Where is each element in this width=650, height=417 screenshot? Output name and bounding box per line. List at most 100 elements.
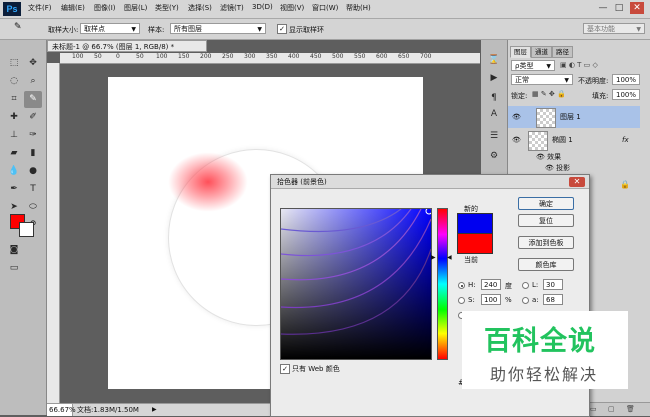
new-group-icon[interactable]: ▭	[590, 403, 597, 416]
sample-select[interactable]: 所有图层 ▼	[170, 23, 266, 34]
web-only-checkbox[interactable]: ✓	[280, 364, 290, 374]
menu-3d[interactable]: 3D(D)	[252, 3, 273, 11]
lock-icon: 🔒	[620, 180, 630, 189]
move-tool-icon[interactable]: ✥	[24, 55, 42, 72]
saturation-radio[interactable]	[458, 297, 465, 304]
fill-input[interactable]: 100%	[612, 89, 640, 100]
fx-icon[interactable]: fx	[622, 129, 629, 151]
menu-select[interactable]: 选择(S)	[188, 3, 212, 13]
actions-panel-icon[interactable]: ▶	[485, 70, 503, 87]
blend-mode-select[interactable]: 正常 ▼	[511, 74, 573, 85]
workspace-value: 基本功能	[587, 25, 615, 33]
ruler-label: 600	[376, 53, 388, 60]
watermark: 百科全说 助你轻松解决	[462, 311, 628, 389]
pen-tool-icon[interactable]: ✒	[5, 181, 23, 198]
eye-icon[interactable]: 👁	[512, 129, 521, 151]
quick-select-tool-icon[interactable]: ⌕	[24, 73, 42, 90]
history-panel-icon[interactable]: ⌛	[485, 52, 503, 69]
minimize-icon[interactable]: —	[596, 2, 610, 14]
color-field[interactable]	[280, 208, 432, 360]
filter-icons[interactable]: ▣ ◐ T ▭ ◇	[560, 61, 598, 69]
menu-file[interactable]: 文件(F)	[28, 3, 52, 13]
character-panel-icon[interactable]: A	[485, 106, 503, 123]
opacity-input[interactable]: 100%	[612, 74, 640, 85]
tab-layers[interactable]: 图层	[510, 46, 531, 58]
ruler-label: 100	[156, 53, 168, 60]
ok-button[interactable]: 确定	[518, 197, 574, 210]
delete-layer-icon[interactable]: 🗑	[626, 403, 635, 416]
eye-icon[interactable]: 👁	[512, 106, 521, 128]
ruler-label: 350	[266, 53, 278, 60]
adjustments-panel-icon[interactable]: ⚙	[485, 148, 503, 165]
hue-slider[interactable]	[437, 208, 448, 360]
history-brush-tool-icon[interactable]: ✑	[24, 127, 42, 144]
document-tab[interactable]: 未标题-1 @ 66.7% (图层 1, RGB/8) *	[47, 40, 207, 52]
gradient-tool-icon[interactable]: ▮	[24, 145, 42, 162]
quick-mask-icon[interactable]: ◙	[5, 242, 23, 259]
layer-filter-value: ρ类型	[515, 62, 534, 70]
menu-type[interactable]: 类型(Y)	[155, 3, 179, 13]
eyedropper-tool-icon[interactable]: ✎	[24, 91, 42, 108]
marquee-tool-icon[interactable]: ⬚	[5, 55, 23, 72]
lightness-input[interactable]: 30	[543, 279, 563, 290]
brush-tool-icon[interactable]: ✐	[24, 109, 42, 126]
saturation-input[interactable]: 100	[481, 294, 501, 305]
document-info: 文档:1.83M/1.50M	[77, 406, 139, 414]
background-color-swatch[interactable]	[19, 222, 34, 237]
dodge-tool-icon[interactable]: ●	[24, 163, 42, 180]
current-color-swatch[interactable]	[457, 233, 493, 254]
lock-icons[interactable]: ▦ ✎ ✥ 🔒	[532, 90, 566, 98]
ruler-label: 100	[72, 53, 84, 60]
reset-button[interactable]: 复位	[518, 214, 574, 227]
menu-help[interactable]: 帮助(H)	[346, 3, 371, 13]
menu-view[interactable]: 视图(V)	[280, 3, 304, 13]
menu-image[interactable]: 图像(I)	[94, 3, 116, 13]
menu-edit[interactable]: 编辑(E)	[61, 3, 85, 13]
show-ring-checkbox[interactable]: ✓	[277, 24, 287, 34]
add-to-swatches-button[interactable]: 添加到色板	[518, 236, 574, 249]
watermark-title: 百科全说	[484, 326, 596, 357]
sample-size-select[interactable]: 取样点 ▼	[80, 23, 140, 34]
menu-filter[interactable]: 滤镜(T)	[220, 3, 244, 13]
eye-icon[interactable]: 👁	[545, 164, 556, 172]
hue-slider-left-arrow-icon[interactable]: ▶	[431, 254, 436, 261]
tab-channels[interactable]: 通道	[531, 46, 552, 58]
lasso-tool-icon[interactable]: ◌	[5, 73, 23, 90]
menu-window[interactable]: 窗口(W)	[312, 3, 338, 13]
a-channel-radio[interactable]	[522, 297, 529, 304]
eye-icon[interactable]: 👁	[536, 153, 547, 161]
hue-input[interactable]: 240	[481, 279, 501, 290]
eraser-tool-icon[interactable]: ▰	[5, 145, 23, 162]
zoom-level[interactable]: 66.67%	[47, 404, 76, 416]
maximize-icon[interactable]: □	[612, 2, 626, 14]
color-libraries-button[interactable]: 颜色库	[518, 258, 574, 271]
ruler-label: 650	[398, 53, 410, 60]
blur-tool-icon[interactable]: 💧	[5, 163, 23, 180]
new-layer-icon[interactable]: ▢	[608, 403, 615, 416]
clone-stamp-tool-icon[interactable]: ⊥	[5, 127, 23, 144]
tab-paths[interactable]: 路径	[552, 46, 573, 58]
status-menu-arrow-icon[interactable]: ▶	[152, 404, 157, 416]
layer-row-1[interactable]: 👁 图层 1	[508, 106, 640, 128]
lightness-radio[interactable]	[522, 282, 529, 289]
hue-radio[interactable]	[458, 282, 465, 289]
paragraph-panel-icon[interactable]: ¶	[485, 90, 503, 107]
eyedropper-tool-icon[interactable]: ✎	[14, 22, 22, 32]
screen-mode-icon[interactable]: ▭	[5, 260, 23, 277]
menu-layer[interactable]: 图层(L)	[124, 3, 147, 13]
workspace-select[interactable]: 基本功能 ▼	[583, 23, 645, 34]
close-icon[interactable]: ✕	[569, 177, 585, 187]
hue-slider-right-arrow-icon[interactable]: ◀	[447, 254, 452, 261]
healing-brush-tool-icon[interactable]: ✚	[5, 109, 23, 126]
layer-row-2[interactable]: 👁 椭圆 1 fx	[508, 129, 640, 151]
effects-row[interactable]: 👁 效果	[536, 152, 561, 162]
ellipse-tool-icon[interactable]: ⬭	[24, 199, 42, 216]
close-icon[interactable]: ✕	[630, 2, 644, 14]
blend-mode-value: 正常	[515, 76, 529, 84]
effect-item-row[interactable]: 👁 投影	[545, 163, 570, 173]
crop-tool-icon[interactable]: ⌗	[5, 91, 23, 108]
properties-panel-icon[interactable]: ☰	[485, 128, 503, 145]
a-channel-input[interactable]: 68	[543, 294, 563, 305]
type-tool-icon[interactable]: T	[24, 181, 42, 198]
layer-filter-select[interactable]: ρ类型 ▼	[511, 60, 555, 71]
